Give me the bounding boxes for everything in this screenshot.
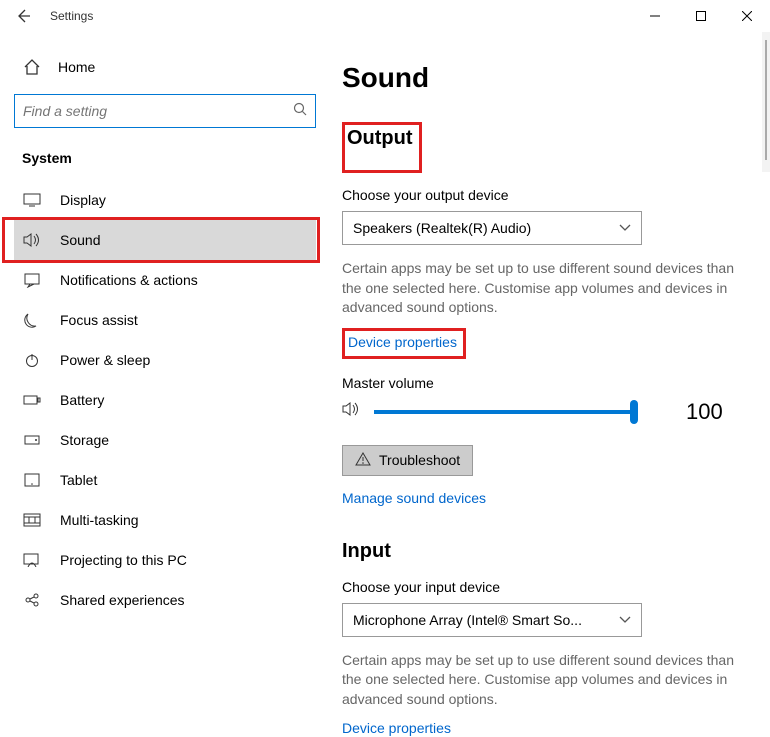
chevron-down-icon — [619, 613, 631, 627]
power-icon — [22, 352, 42, 368]
back-arrow-icon — [15, 8, 31, 24]
sidebar-item-label: Shared experiences — [60, 592, 185, 608]
search-field[interactable] — [23, 103, 293, 119]
tablet-icon — [22, 473, 42, 487]
page-title: Sound — [342, 62, 758, 94]
output-device-value: Speakers (Realtek(R) Audio) — [353, 220, 531, 236]
maximize-button[interactable] — [678, 0, 724, 32]
manage-sound-devices-link[interactable]: Manage sound devices — [342, 490, 486, 506]
display-icon — [22, 193, 42, 207]
volume-icon[interactable] — [342, 400, 362, 423]
category-heading: System — [22, 150, 316, 166]
titlebar: Settings — [0, 0, 770, 32]
sidebar-item-notifications[interactable]: Notifications & actions — [14, 260, 316, 300]
volume-control: 100 — [342, 399, 758, 425]
input-device-properties-link[interactable]: Device properties — [342, 720, 451, 736]
scrollbar-thumb[interactable] — [765, 40, 767, 160]
sidebar-item-label: Projecting to this PC — [60, 552, 187, 568]
multitasking-icon — [22, 513, 42, 527]
chevron-down-icon — [619, 221, 631, 235]
sidebar-item-power-sleep[interactable]: Power & sleep — [14, 340, 316, 380]
search-icon — [293, 102, 307, 121]
volume-value: 100 — [686, 399, 723, 425]
sidebar-item-sound[interactable]: Sound — [14, 220, 316, 260]
sidebar-item-projecting[interactable]: Projecting to this PC — [14, 540, 316, 580]
input-device-dropdown[interactable]: Microphone Array (Intel® Smart So... — [342, 603, 642, 637]
sound-icon — [22, 232, 42, 248]
battery-icon — [22, 394, 42, 406]
sidebar-item-battery[interactable]: Battery — [14, 380, 316, 420]
sidebar-item-label: Notifications & actions — [60, 272, 198, 288]
main-container: Home System Display Sound Notifications … — [0, 32, 770, 737]
sidebar-item-label: Power & sleep — [60, 352, 150, 368]
output-heading: Output — [347, 127, 413, 150]
back-button[interactable] — [0, 0, 46, 32]
sidebar-item-tablet[interactable]: Tablet — [14, 460, 316, 500]
scrollbar[interactable] — [762, 32, 770, 172]
output-device-label: Choose your output device — [342, 187, 758, 203]
content-pane: Sound Output Choose your output device S… — [330, 32, 770, 737]
home-nav[interactable]: Home — [14, 52, 316, 82]
input-note: Certain apps may be set up to use differ… — [342, 651, 752, 710]
sidebar-item-label: Multi-tasking — [60, 512, 139, 528]
highlight-annotation — [2, 217, 320, 263]
sidebar: Home System Display Sound Notifications … — [0, 32, 330, 737]
shared-icon — [22, 592, 42, 608]
storage-icon — [22, 434, 42, 446]
sidebar-item-storage[interactable]: Storage — [14, 420, 316, 460]
highlight-annotation: Output — [342, 122, 422, 173]
minimize-button[interactable] — [632, 0, 678, 32]
sidebar-item-focus-assist[interactable]: Focus assist — [14, 300, 316, 340]
input-heading: Input — [342, 540, 758, 563]
master-volume-label: Master volume — [342, 375, 758, 391]
sidebar-item-label: Tablet — [60, 472, 97, 488]
warning-icon — [355, 452, 371, 469]
window-controls — [632, 0, 770, 32]
sidebar-item-shared-experiences[interactable]: Shared experiences — [14, 580, 316, 620]
output-device-properties-link[interactable]: Device properties — [348, 334, 457, 350]
search-input[interactable] — [14, 94, 316, 128]
output-device-dropdown[interactable]: Speakers (Realtek(R) Audio) — [342, 211, 642, 245]
sidebar-item-display[interactable]: Display — [14, 180, 316, 220]
projecting-icon — [22, 553, 42, 567]
input-device-value: Microphone Array (Intel® Smart So... — [353, 612, 582, 628]
focus-assist-icon — [22, 312, 42, 328]
highlight-annotation: Device properties — [342, 328, 466, 359]
sidebar-item-label: Battery — [60, 392, 104, 408]
troubleshoot-label: Troubleshoot — [379, 452, 460, 468]
input-device-label: Choose your input device — [342, 579, 758, 595]
notifications-icon — [22, 272, 42, 288]
home-icon — [22, 58, 42, 76]
window-title: Settings — [50, 9, 93, 23]
nav-list: Display Sound Notifications & actions Fo… — [14, 180, 316, 620]
volume-thumb[interactable] — [630, 400, 638, 424]
output-note: Certain apps may be set up to use differ… — [342, 259, 752, 318]
sidebar-item-label: Sound — [60, 232, 100, 248]
sidebar-item-label: Focus assist — [60, 312, 138, 328]
sidebar-item-multitasking[interactable]: Multi-tasking — [14, 500, 316, 540]
sidebar-item-label: Storage — [60, 432, 109, 448]
home-label: Home — [58, 59, 95, 75]
volume-slider[interactable] — [374, 410, 634, 414]
close-button[interactable] — [724, 0, 770, 32]
troubleshoot-button[interactable]: Troubleshoot — [342, 445, 473, 476]
sidebar-item-label: Display — [60, 192, 106, 208]
